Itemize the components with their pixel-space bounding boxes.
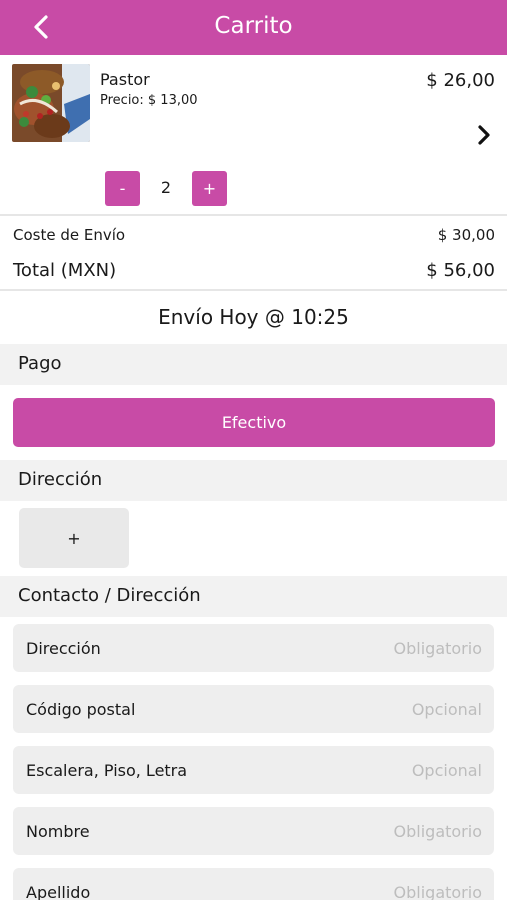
field-label: Código postal — [26, 700, 136, 719]
field-label: Dirección — [26, 639, 101, 658]
total-value: $ 56,00 — [426, 260, 495, 281]
quantity-value: 2 — [160, 178, 172, 197]
field-label: Apellido — [26, 883, 91, 900]
shipping-value: $ 30,00 — [437, 226, 495, 244]
add-address-button[interactable]: + — [19, 508, 129, 568]
last-name-field[interactable]: Apellido Obligatorio — [13, 868, 494, 900]
page-title: Carrito — [214, 13, 293, 39]
first-name-field[interactable]: Nombre Obligatorio — [13, 807, 494, 855]
section-title: Dirección — [18, 469, 103, 490]
quantity-decrease-button[interactable]: - — [105, 171, 140, 206]
chevron-right-icon[interactable] — [475, 124, 493, 146]
divider — [0, 214, 507, 216]
product-line-total: $ 26,00 — [426, 70, 495, 91]
payment-section-header: Pago — [0, 344, 507, 385]
section-title: Contacto / Dirección — [18, 585, 201, 606]
product-unit-price: Precio: $ 13,00 — [100, 93, 198, 108]
product-image — [12, 64, 90, 142]
product-name: Pastor — [100, 70, 150, 89]
field-placeholder: Opcional — [411, 700, 482, 719]
postal-code-field[interactable]: Código postal Opcional — [13, 685, 494, 733]
field-placeholder: Obligatorio — [393, 883, 482, 900]
field-label: Nombre — [26, 822, 90, 841]
address-section-header: Dirección — [0, 460, 507, 501]
contact-section-header: Contacto / Dirección — [0, 576, 507, 617]
field-placeholder: Obligatorio — [393, 639, 482, 658]
shipping-label: Coste de Envío — [13, 226, 126, 244]
quantity-increase-button[interactable]: + — [192, 171, 227, 206]
address-field[interactable]: Dirección Obligatorio — [13, 624, 494, 672]
field-placeholder: Opcional — [411, 761, 482, 780]
section-title: Pago — [18, 353, 62, 374]
app-header: Carrito — [0, 0, 507, 55]
field-label: Escalera, Piso, Letra — [26, 761, 188, 780]
stair-floor-letter-field[interactable]: Escalera, Piso, Letra Opcional — [13, 746, 494, 794]
delivery-time: Envío Hoy @ 10:25 — [158, 305, 349, 329]
total-label: Total (MXN) — [13, 260, 117, 281]
payment-method-button[interactable]: Efectivo — [13, 398, 495, 447]
field-placeholder: Obligatorio — [393, 822, 482, 841]
divider — [0, 289, 507, 291]
